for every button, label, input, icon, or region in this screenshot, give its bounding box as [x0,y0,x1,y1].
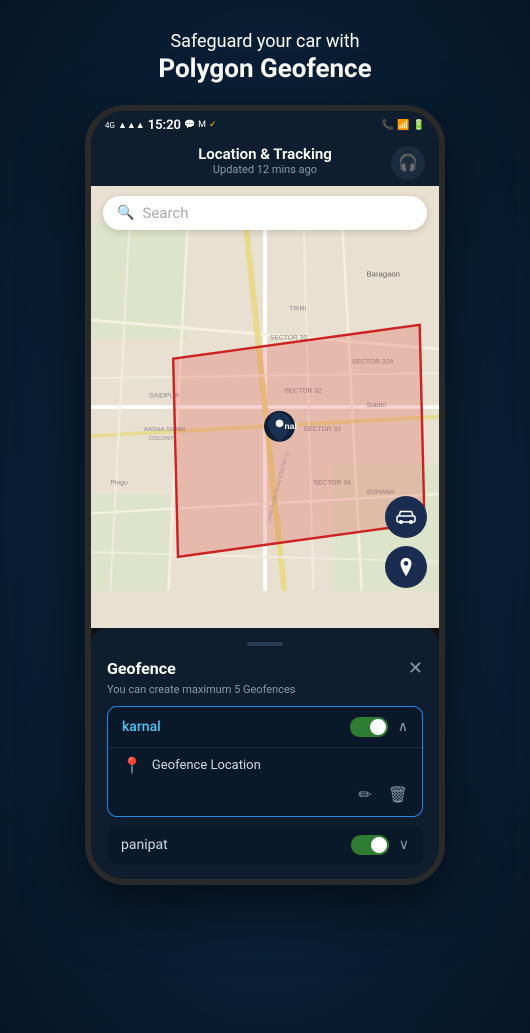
car-icon [394,505,418,529]
geofence-location-row: 📍 Geofence Location [122,756,408,775]
panel-subtitle: You can create maximum 5 Geofences [107,683,423,696]
panel-handle [247,642,283,646]
geofence-karnal-controls: ∧ [350,717,408,737]
car-tracking-button[interactable] [385,496,427,538]
status-time: 15:20 [148,118,181,133]
close-button[interactable]: ✕ [408,658,423,679]
signal-icon: 4G [105,121,115,130]
app-header: Location & Tracking Updated 12 mins ago … [91,139,439,186]
svg-text:COLONY: COLONY [149,436,174,442]
location-pin-icon: 📍 [122,756,142,775]
karnal-chevron[interactable]: ∧ [398,719,408,735]
map-container[interactable]: Baragaon TIKRI SECTOR 30 SECTOR 32A SAID… [91,186,439,628]
headline-sub: Safeguard your car with [158,30,371,53]
panel-header: Geofence ✕ [107,658,423,679]
panipat-toggle[interactable] [351,835,389,855]
battery-icon: 🔋 [413,120,425,131]
geofence-card-panipat: panipat ∨ [107,825,423,865]
geofence-panipat-controls: ∨ [351,835,409,855]
edit-icon[interactable]: ✏ [358,785,371,804]
svg-text:Pingu: Pingu [110,480,128,487]
headline: Safeguard your car with Polygon Geofence [158,30,371,87]
app-subtitle: Updated 12 mins ago [198,163,332,176]
location-pin-button[interactable] [385,546,427,588]
whatsapp-icon: 💬 [184,120,195,130]
wifi-icon: 📶 [397,120,409,131]
call-icon: 📞 [382,120,394,131]
headset-button[interactable]: 🎧 [391,146,425,180]
delete-icon[interactable]: 🗑 [388,785,408,804]
status-right: 📞 📶 🔋 [382,120,425,131]
pin-icon [395,556,417,578]
geofence-karnal-header: karnal ∧ [108,707,422,747]
geofence-karnal-expanded: 📍 Geofence Location ✏ 🗑 [108,747,422,816]
geofence-panipat-name: panipat [121,837,168,853]
app-header-title: Location & Tracking Updated 12 mins ago [198,145,332,176]
headline-main: Polygon Geofence [158,53,371,87]
search-bar[interactable]: 🔍 Search [103,196,427,230]
check-icon-status: ✓ [209,120,217,130]
svg-text:Baragaon: Baragaon [367,270,400,279]
app-title: Location & Tracking [198,145,332,163]
panel-title: Geofence [107,659,176,678]
search-icon: 🔍 [117,205,134,221]
signal-bars: ▲▲▲ [118,120,145,131]
geofence-card-karnal: karnal ∧ 📍 Geofence Location ✏ 🗑 [107,706,423,817]
headset-icon: 🎧 [398,153,418,172]
svg-text:TIKRI: TIKRI [289,306,306,313]
geofence-karnal-name: karnal [122,719,161,735]
panipat-chevron[interactable]: ∨ [399,837,409,853]
geofence-panel: Geofence ✕ You can create maximum 5 Geof… [91,628,439,879]
status-bar: 4G ▲▲▲ 15:20 💬 M ✓ 📞 📶 🔋 [91,111,439,139]
karnal-toggle[interactable] [350,717,388,737]
geofence-actions: ✏ 🗑 [122,785,408,804]
search-placeholder: Search [142,204,188,222]
status-left: 4G ▲▲▲ 15:20 💬 M ✓ [105,118,217,133]
map-icon-status: M [198,120,206,130]
svg-text:nal: nal [284,421,297,431]
location-label: Geofence Location [152,758,261,773]
phone-shell: 4G ▲▲▲ 15:20 💬 M ✓ 📞 📶 🔋 Location & Trac… [85,105,445,885]
